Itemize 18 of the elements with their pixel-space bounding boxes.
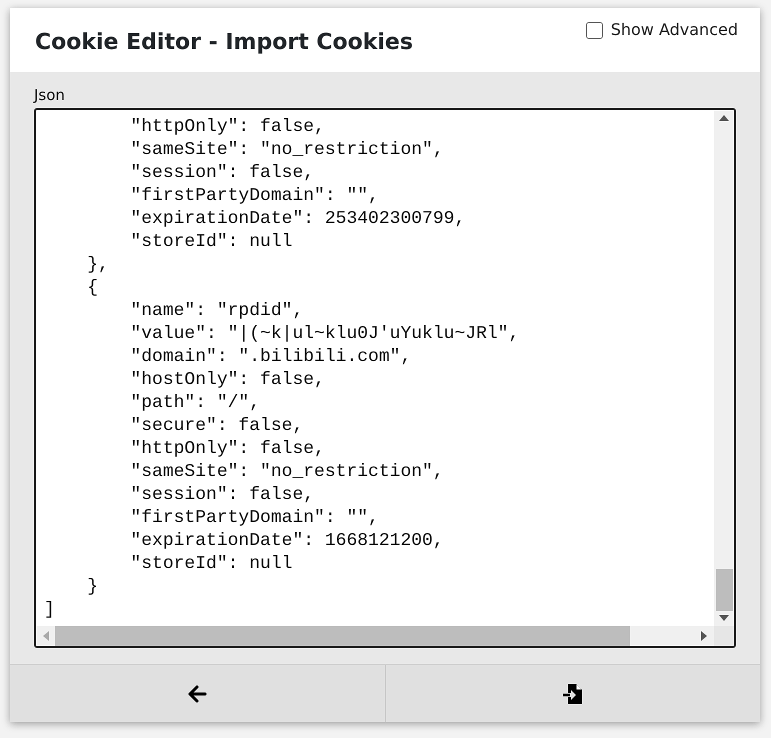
json-label: Json (34, 86, 66, 104)
scroll-right-icon[interactable] (701, 631, 708, 641)
scroll-thumb[interactable] (55, 626, 630, 646)
show-advanced-checkbox[interactable]: Show Advanced (586, 18, 738, 42)
json-field[interactable] (34, 108, 736, 648)
dialog-title: Cookie Editor - Import Cookies (35, 30, 413, 57)
json-text: "httpOnly": false, "sameSite": "no_restriction", "session": false, "firstPartyDomain": "", "expirationDate": 253402300799, "storeId": null }, { "name": "rpdid", "value": "|(~k|ul~klu0J'uYuklu~JRl", "domain": ".bilibili.com", "hostOnly": false, "path": "/", "secure": false, "httpOnly": false, "sameSite": "no_restriction", "session": false, "firstPartyDomain": "", "expirationDate": 1668121200, "storeId": null } ] (43, 116, 520, 622)
scroll-up-icon[interactable] (719, 114, 729, 121)
back-button[interactable] (10, 665, 384, 722)
scroll-down-icon[interactable] (719, 615, 729, 622)
horizontal-scrollbar[interactable] (36, 626, 714, 646)
scroll-thumb[interactable] (716, 569, 732, 611)
back-arrow-icon (187, 684, 208, 702)
import-button[interactable] (384, 665, 760, 722)
scroll-left-icon[interactable] (42, 631, 49, 641)
vertical-scrollbar[interactable] (714, 110, 734, 626)
file-import-icon (562, 682, 584, 704)
scrollbar-corner (714, 626, 734, 646)
